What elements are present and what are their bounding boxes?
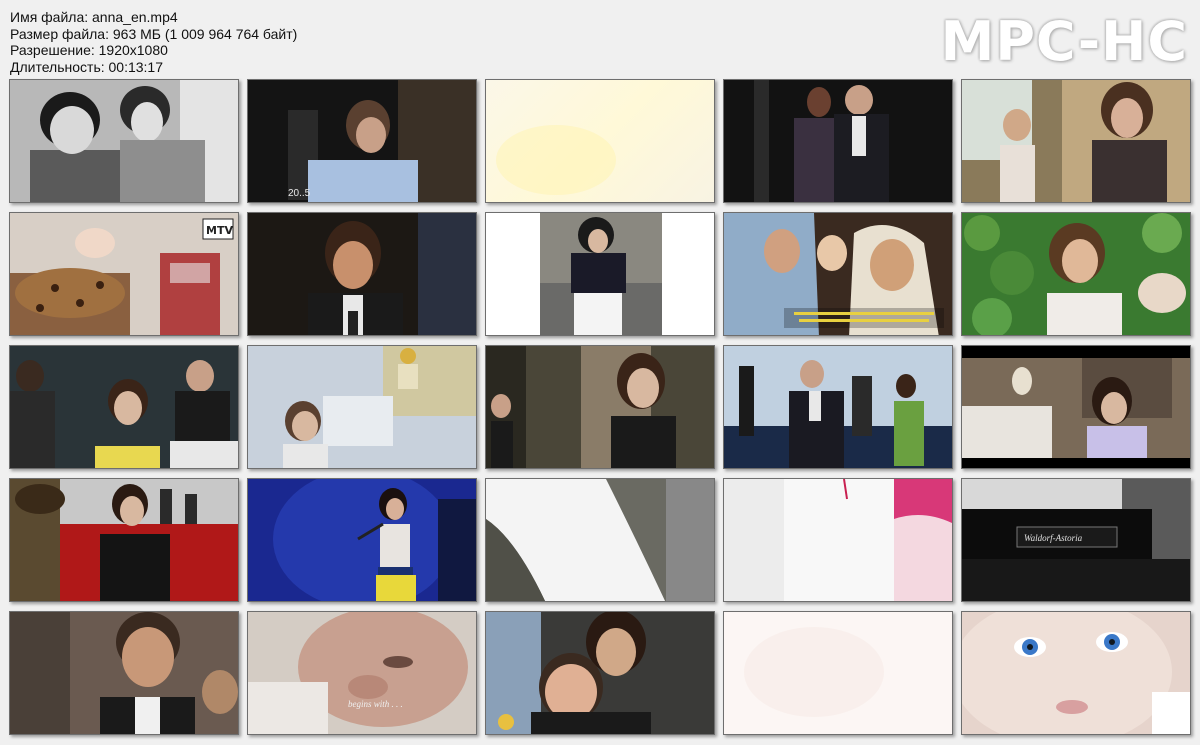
- thumbnail-frame[interactable]: begins with . . .: [247, 611, 477, 735]
- video-timestamp: 20..5: [288, 188, 311, 199]
- thumbnail-frame[interactable]: [723, 345, 953, 469]
- file-name: Имя файла: anna_en.mp4: [10, 9, 178, 25]
- thumbnail-frame[interactable]: [485, 478, 715, 602]
- thumbnail-frame[interactable]: [961, 212, 1191, 336]
- thumbnail-frame[interactable]: [961, 345, 1191, 469]
- child-on-stage-photo: 20..5: [248, 80, 476, 202]
- thumbnail-frame[interactable]: [485, 212, 715, 336]
- file-size: Размер файла: 963 МБ (1 009 964 764 байт…: [10, 25, 298, 42]
- thumbnail-frame[interactable]: [485, 611, 715, 735]
- thumbnail-frame[interactable]: [9, 611, 239, 735]
- thumbnail-frame[interactable]: [485, 345, 715, 469]
- thumbnail-frame[interactable]: 20..5: [247, 79, 477, 203]
- red-carpet-photo: [10, 479, 238, 601]
- waldorf-astoria-photo: Waldorf-Astoria: [962, 479, 1190, 601]
- mpc-hc-logo: MPC-HC: [940, 10, 1188, 73]
- two-women-room-photo: [962, 80, 1190, 202]
- file-info-panel: Имя файла: anna_en.mp4 Размер файла: 963…: [10, 9, 297, 75]
- thumbnail-frame[interactable]: Waldorf-Astoria: [961, 478, 1191, 602]
- thumbnail-frame[interactable]: [247, 478, 477, 602]
- thumbnail-frame[interactable]: [247, 345, 477, 469]
- thumbnail-frame[interactable]: [723, 212, 953, 336]
- young-man-smiling-photo: [10, 612, 238, 734]
- thumbnail-frame[interactable]: [961, 611, 1191, 735]
- shoe-store-photo: MTV: [10, 213, 238, 335]
- waldorf-astoria-sign: Waldorf-Astoria: [1024, 533, 1083, 543]
- thumbnail-frame[interactable]: [961, 79, 1191, 203]
- fashion-portrait-photo: [486, 213, 714, 335]
- thumbnail-frame[interactable]: [723, 79, 953, 203]
- thumbnail-frame[interactable]: [247, 212, 477, 336]
- woman-in-garden-photo: [962, 213, 1190, 335]
- thumbnail-frame[interactable]: MTV: [9, 212, 239, 336]
- thumbnail-frame[interactable]: [723, 611, 953, 735]
- man-interview-photo: [248, 213, 476, 335]
- resolution: Разрешение: 1920x1080: [10, 42, 168, 58]
- woman-in-doorway-photo: [486, 346, 714, 468]
- thumbnail-frame[interactable]: [9, 345, 239, 469]
- svg-text:MTV: MTV: [206, 224, 233, 237]
- dancing-couple-photo: [724, 80, 952, 202]
- newborn-baby-photo: begins with . . .: [248, 612, 476, 734]
- thumbnail-frame[interactable]: [723, 478, 953, 602]
- bw-mother-child-photo: [10, 80, 238, 202]
- mtv-logo: MTV: [202, 218, 234, 240]
- woman-in-bedroom-photo: [962, 346, 1190, 468]
- event-speech-photo: [724, 346, 952, 468]
- duration: Длительность: 00:13:17: [10, 58, 164, 75]
- forbes-collage-photo: [248, 346, 476, 468]
- pale-white-frame: [724, 612, 952, 734]
- caption-text: begins with . . .: [348, 699, 403, 709]
- singer-on-stage-photo: [248, 479, 476, 601]
- mother-with-baby-photo: [486, 612, 714, 734]
- banquet-guests-photo: [10, 346, 238, 468]
- baby-blue-eyes-photo: [962, 612, 1190, 734]
- thumbnail-frame[interactable]: [485, 79, 715, 203]
- thumbnail-frame[interactable]: [9, 478, 239, 602]
- pink-white-frame: [724, 479, 952, 601]
- women-in-headscarves-photo: [724, 213, 952, 335]
- bright-white-frame: [496, 125, 616, 195]
- white-fabric-closeup-photo: [486, 479, 714, 601]
- thumbnail-frame[interactable]: [9, 79, 239, 203]
